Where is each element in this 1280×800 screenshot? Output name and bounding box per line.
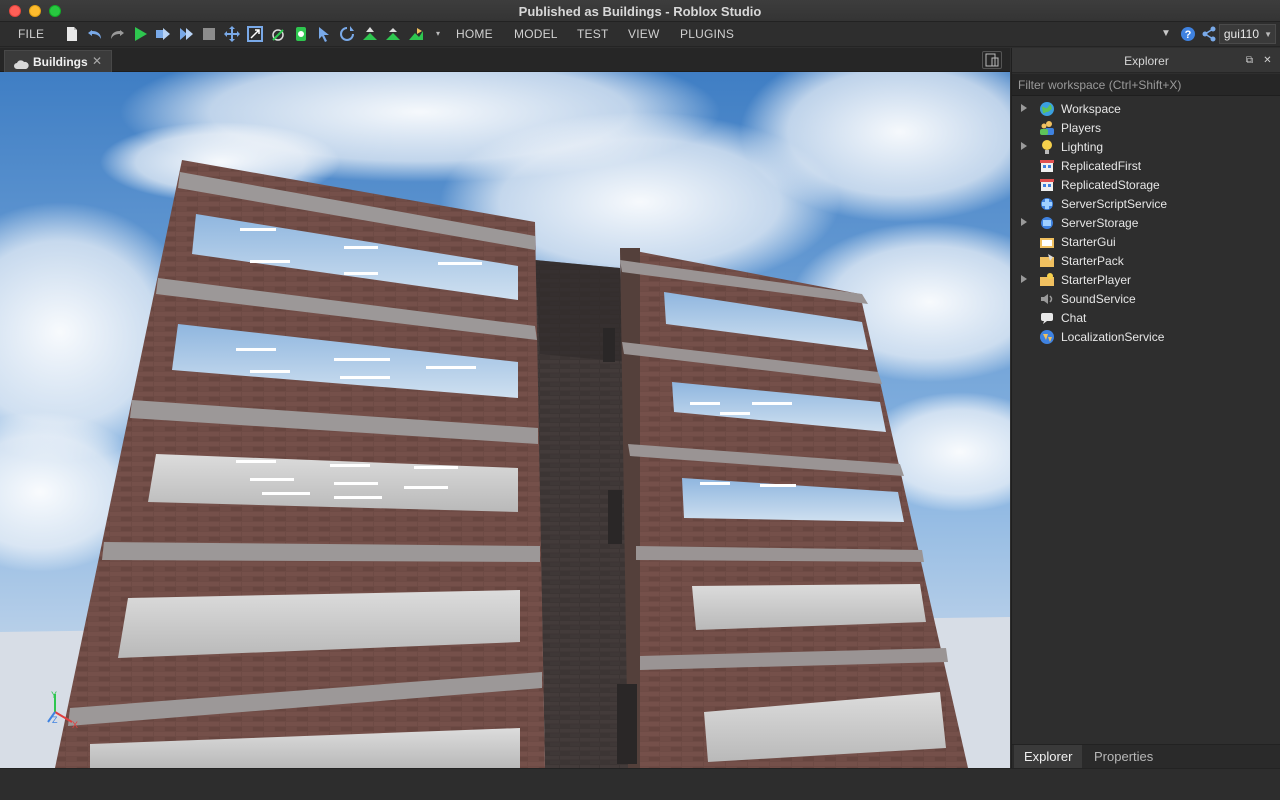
rotate-tool-icon[interactable] [339,26,355,42]
explorer-title: Explorer [1124,54,1169,68]
play-icon[interactable] [132,26,148,42]
tree-item-workspace[interactable]: Workspace [1012,100,1280,119]
tree-item-label: LocalizationService [1061,330,1165,344]
tab-label: Buildings [33,55,88,69]
players-icon [1039,120,1055,136]
title-bar: Published as Buildings - Roblox Studio [0,0,1280,22]
tree-item-label: SoundService [1061,292,1136,306]
panel-tab-bar: Explorer Properties [1012,744,1280,769]
starter-pack-icon [1039,253,1055,269]
user-menu[interactable]: gui110 ▼ [1218,24,1276,44]
transform-tool-icon[interactable] [270,26,286,42]
undo-icon[interactable] [87,26,103,42]
undock-icon[interactable]: ⧉ [1244,55,1255,66]
run-icon[interactable] [178,26,194,42]
tree-item-starterpack[interactable]: StarterPack [1012,252,1280,271]
window-title: Published as Buildings - Roblox Studio [518,4,762,19]
file-menu[interactable]: FILE [18,27,44,41]
play-here-icon[interactable] [155,26,171,42]
chevron-down-icon: ▼ [1264,30,1272,39]
svg-text:Z: Z [52,715,58,725]
lightbulb-icon [1039,139,1055,155]
expand-arrow-icon[interactable] [1021,275,1027,283]
tree-item-players[interactable]: Players [1012,119,1280,138]
new-file-icon[interactable] [64,26,80,42]
localization-icon [1039,329,1055,345]
tree-item-label: StarterGui [1061,235,1116,249]
username-label: gui110 [1223,27,1259,41]
document-tab-bar: Buildings ✕ [0,48,1010,72]
move-tool-icon[interactable] [224,26,240,42]
tab-buildings[interactable]: Buildings ✕ [4,50,112,72]
toolbar: FILE ▾ HOME MODEL TEST VIEW PLUGINS ▼ ? … [0,22,1280,47]
script-icon[interactable] [293,26,309,42]
tree-item-label: ServerStorage [1061,216,1139,230]
filter-bar [1012,74,1280,96]
starter-player-icon [1039,272,1055,288]
svg-text:Y: Y [51,690,57,700]
tree-item-localizationservice[interactable]: LocalizationService [1012,328,1280,347]
tree-item-label: StarterPlayer [1061,273,1132,287]
expand-arrow-icon[interactable] [1021,142,1027,150]
replicated-storage-icon [1039,177,1055,193]
explorer-tree: Workspace Players Lighting ReplicatedFir… [1012,100,1280,347]
tab-plugins[interactable]: PLUGINS [680,27,734,41]
redo-icon[interactable] [109,26,125,42]
tree-item-label: Workspace [1061,102,1121,116]
svg-text:?: ? [1185,29,1192,41]
stop-icon[interactable] [201,26,217,42]
scale-tool-icon[interactable] [247,26,263,42]
tree-item-label: Lighting [1061,140,1104,154]
roblox-studio-window: Published as Buildings - Roblox Studio F… [0,0,1280,800]
tree-item-soundservice[interactable]: SoundService [1012,290,1280,309]
tab-model[interactable]: MODEL [514,27,558,41]
status-bar [0,768,1280,800]
tab-test[interactable]: TEST [577,27,608,41]
tree-item-label: ServerScriptService [1061,197,1168,211]
3d-viewport[interactable]: Y X Z [0,72,1010,768]
globe-icon [1039,101,1055,117]
tree-item-label: StarterPack [1061,254,1124,268]
tree-item-label: ReplicatedFirst [1061,159,1142,173]
select-cursor-icon[interactable] [316,26,332,42]
publish-icon[interactable] [362,26,378,42]
expand-arrow-icon[interactable] [1021,218,1027,226]
tree-item-replicatedfirst[interactable]: ReplicatedFirst [1012,157,1280,176]
chat-icon [1039,310,1055,326]
device-emulator-icon[interactable] [982,51,1002,69]
close-panel-icon[interactable]: ✕ [1262,55,1273,66]
tab-explorer[interactable]: Explorer [1014,745,1083,769]
svg-text:X: X [72,720,78,730]
tree-item-chat[interactable]: Chat [1012,309,1280,328]
tree-item-lighting[interactable]: Lighting [1012,138,1280,157]
explorer-header: Explorer ⧉ ✕ [1012,48,1280,73]
scene-render: Y X Z [0,72,1010,768]
toolbar-overflow-icon[interactable]: ▾ [430,26,446,42]
tree-item-label: Players [1061,121,1102,135]
tab-home[interactable]: HOME [456,27,493,41]
tree-item-label: Chat [1061,311,1087,325]
tree-item-label: ReplicatedStorage [1061,178,1160,192]
upload-icon[interactable] [385,26,401,42]
share-icon[interactable] [1201,26,1217,42]
replicated-first-icon [1039,158,1055,174]
server-storage-icon [1039,215,1055,231]
close-tab-icon[interactable]: ✕ [92,54,102,68]
tree-item-serverscriptservice[interactable]: ServerScriptService [1012,195,1280,214]
help-icon[interactable]: ? [1180,26,1196,42]
filter-workspace-input[interactable] [1014,75,1276,95]
tree-item-serverstorage[interactable]: ServerStorage [1012,214,1280,233]
tab-properties[interactable]: Properties [1084,745,1163,769]
sound-icon [1039,291,1055,307]
tree-item-startergui[interactable]: StarterGui [1012,233,1280,252]
server-script-service-icon [1039,196,1055,212]
tree-item-replicatedstorage[interactable]: ReplicatedStorage [1012,176,1280,195]
explorer-panel: Explorer ⧉ ✕ Workspace Players Lighting [1011,48,1280,769]
terrain-icon[interactable] [408,26,424,42]
tree-item-starterplayer[interactable]: StarterPlayer [1012,271,1280,290]
starter-gui-icon [1039,234,1055,250]
tab-view[interactable]: VIEW [628,27,659,41]
expand-arrow-icon[interactable] [1021,104,1027,112]
ribbon-collapse-icon[interactable]: ▼ [1158,26,1174,42]
